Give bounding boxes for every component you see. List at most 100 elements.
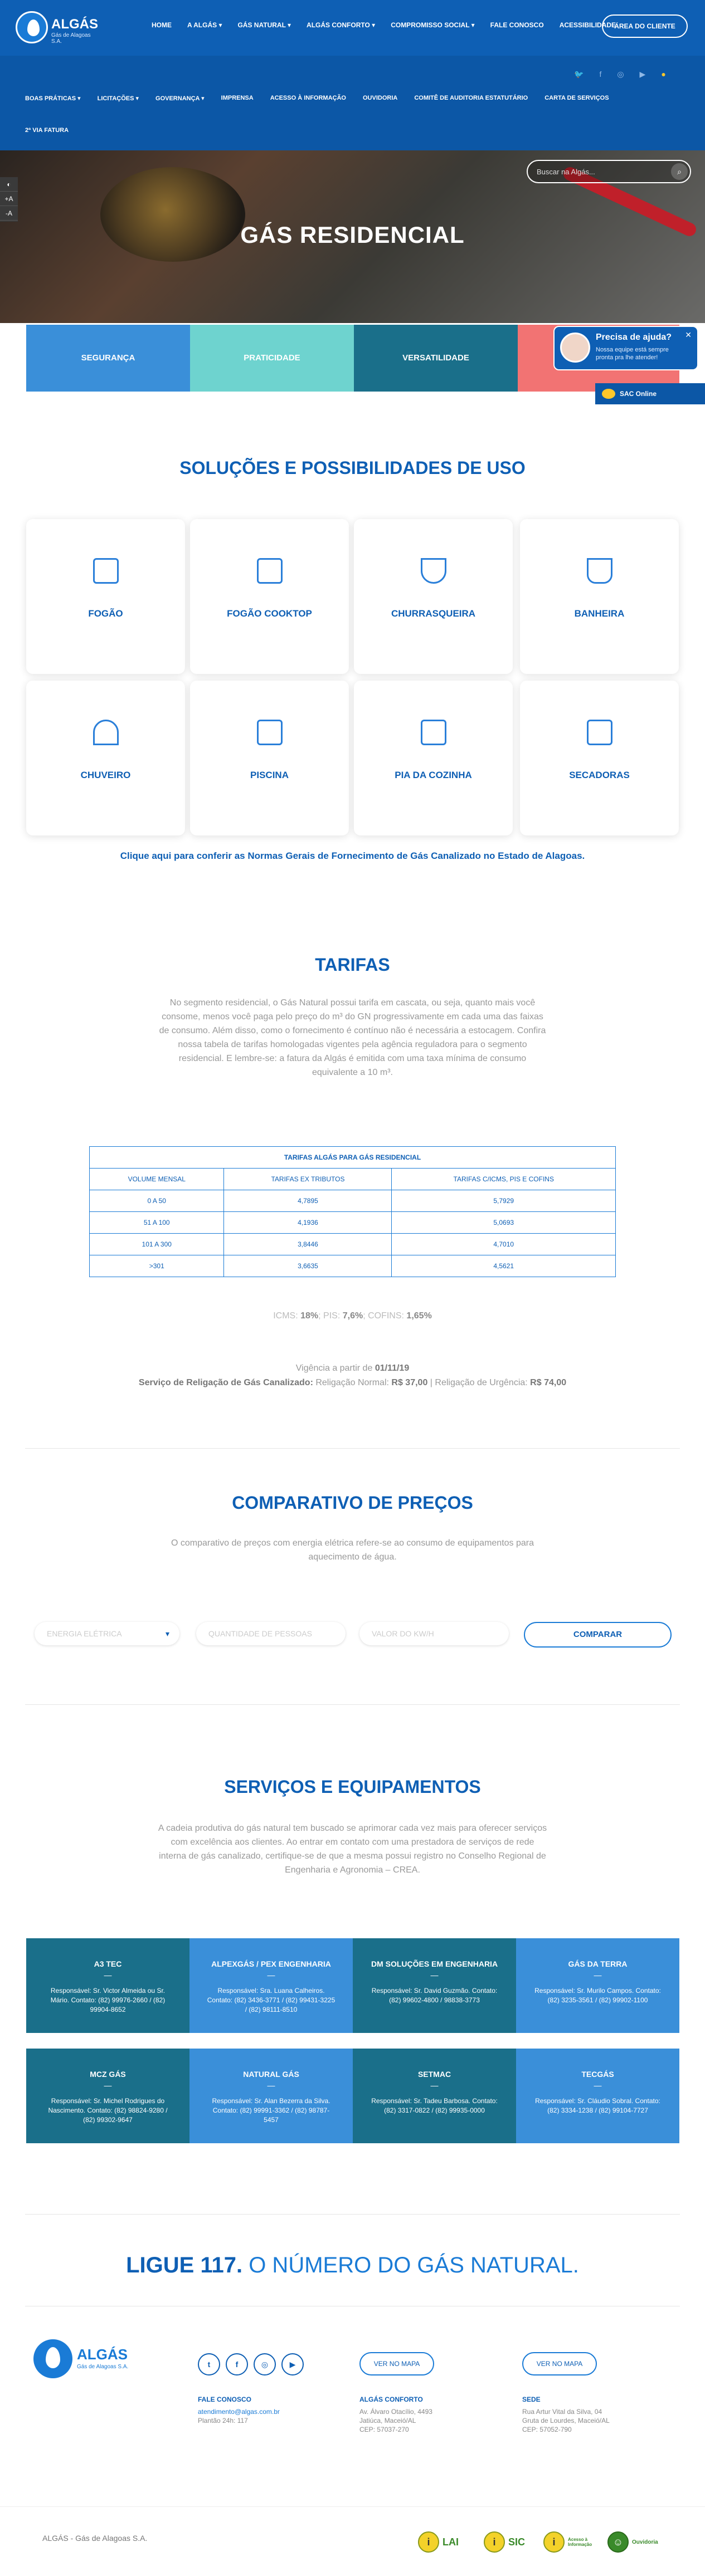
footer-algas-conforto: ALGÁS CONFORTO Av. Álvaro Otacílio, 4493… [359, 2395, 432, 2434]
tarifas-table: TARIFAS ALGÁS PARA GÁS RESIDENCIAL VOLUM… [89, 1146, 616, 1277]
tax-info: ICMS: 18%; PIS: 7,6%; COFINS: 1,65% [0, 1311, 705, 1321]
close-icon[interactable]: ✕ [685, 330, 692, 340]
chat-widget[interactable]: Precisa de ajuda? Nossa equipe está semp… [553, 326, 698, 370]
map-button-sede[interactable]: VER NO MAPA [522, 2352, 597, 2375]
footer-cep: CEP: 57037-270 [359, 2426, 409, 2433]
provider-dash: — [104, 1971, 112, 1979]
sac-online-button[interactable]: SAC Online [595, 383, 705, 404]
subnav-segunda-via[interactable]: 2ª VIA FATURA [25, 127, 69, 134]
main-nav: HOME A ALGÁS ▾ GÁS NATURAL ▾ ALGÁS CONFO… [144, 21, 624, 29]
tax-label: ; PIS: [318, 1311, 341, 1321]
subnav-imprensa[interactable]: IMPRENSA [221, 95, 254, 102]
table-cell: 4,7010 [391, 1233, 616, 1255]
twitter-icon[interactable]: 🐦 [574, 70, 584, 79]
youtube-icon[interactable]: ▶ [281, 2353, 304, 2375]
ligue-117-banner: LIGUE 117. O NÚMERO DO GÁS NATURAL. [0, 2253, 705, 2278]
secondary-nav: BOAS PRÁTICAS ▾ LICITAÇÕES ▾ GOVERNANÇA … [25, 95, 626, 102]
acesso-informacao-badge[interactable]: i Acesso à Informação [543, 2528, 596, 2556]
table-header: TARIFAS C/ICMS, PIS E COFINS [391, 1168, 616, 1190]
lai-badge[interactable]: i LAI [418, 2528, 459, 2556]
tarifas-text: No segmento residencial, o Gás Natural p… [159, 998, 546, 1077]
provider-dash: — [594, 1971, 602, 1979]
font-increase-icon[interactable]: +A [0, 192, 18, 206]
nav-gas-natural[interactable]: GÁS NATURAL ▾ [230, 21, 299, 29]
table-row: 0 A 50 4,7895 5,7929 [89, 1190, 616, 1212]
search-box[interactable]: Buscar na Algás... ⌕ [527, 160, 691, 183]
tax-label: ICMS: [273, 1311, 298, 1321]
facebook-icon[interactable]: f [226, 2353, 248, 2375]
search-icon[interactable]: ⌕ [671, 163, 688, 180]
tax-value: 1,65% [406, 1311, 432, 1321]
subnav-acesso-informacao[interactable]: ACESSO À INFORMAÇÃO [270, 95, 346, 102]
twitter-icon[interactable]: t [198, 2353, 220, 2375]
subnav-licitacoes[interactable]: LICITAÇÕES ▾ [98, 95, 139, 102]
map-button-conforto[interactable]: VER NO MAPA [359, 2352, 434, 2375]
comparativo-text: O comparativo de preços com energia elét… [171, 1538, 534, 1562]
usage-card-piscina[interactable]: PISCINA [190, 681, 349, 835]
nav-home[interactable]: HOME [144, 21, 179, 29]
info-icon: i [543, 2531, 565, 2553]
normas-link[interactable]: Clique aqui para conferir as Normas Gera… [0, 850, 705, 862]
usage-label: FOGÃO COOKTOP [227, 608, 312, 619]
provider-info: Responsável: Sr. Michel Rodrigues do Nas… [48, 2097, 168, 2124]
nav-fale-conosco[interactable]: FALE CONOSCO [483, 21, 552, 29]
provider-dash: — [594, 2081, 602, 2090]
font-decrease-icon[interactable]: -A [0, 206, 18, 221]
footer-email[interactable]: atendimento@algas.com.br [198, 2407, 280, 2416]
table-cell: 4,7895 [223, 1190, 392, 1212]
search-input[interactable]: Buscar na Algás... [537, 168, 595, 176]
compare-button[interactable]: COMPARAR [524, 1622, 672, 1648]
instagram-icon[interactable]: ◎ [617, 70, 624, 79]
people-qty-input[interactable]: QUANTIDADE DE PESSOAS [196, 1622, 346, 1645]
vigencia-label: Vigência a partir de [295, 1363, 373, 1373]
youtube-icon[interactable]: ▶ [640, 70, 646, 79]
provider-card: A3 TEC — Responsável: Sr. Victor Almeida o… [26, 1938, 189, 2033]
usage-label: SECADORAS [569, 770, 630, 780]
usage-card-chuveiro[interactable]: CHUVEIRO [26, 681, 185, 835]
subnav-ouvidoria[interactable]: OUVIDORIA [363, 95, 397, 102]
chat-bubble-icon: ☺ [607, 2531, 629, 2553]
info-icon[interactable]: ● [661, 70, 665, 79]
energy-select[interactable]: ENERGIA ELÉTRICA ▾ [35, 1622, 179, 1645]
usage-label: BANHEIRA [574, 608, 625, 619]
subnav-carta-servicos[interactable]: CARTA DE SERVIÇOS [544, 95, 609, 102]
feature-praticidade[interactable]: PRATICIDADE [190, 325, 354, 392]
subnav-comite-auditoria[interactable]: COMITÊ DE AUDITORIA ESTATUTÁRIO [414, 95, 528, 102]
usage-card-cooktop[interactable]: FOGÃO COOKTOP [190, 519, 349, 674]
usage-card-secadoras[interactable]: SECADORAS [520, 681, 679, 835]
servicos-title: SERVIÇOS E EQUIPAMENTOS [224, 1777, 481, 1797]
usage-card-banheira[interactable]: BANHEIRA [520, 519, 679, 674]
usage-card-churrasqueira[interactable]: CHURRASQUEIRA [354, 519, 513, 674]
subnav-governanca[interactable]: GOVERNANÇA ▾ [155, 95, 205, 102]
footer-logo[interactable]: ALGÁS Gás de Alagoas S.A. [33, 2339, 134, 2384]
provider-info: Responsável: Sr. Murilo Campos. Contato:… [534, 1987, 661, 2004]
client-area-button[interactable]: ÁREA DO CLIENTE [602, 14, 688, 38]
footer-bottom-bar: ALGÁS - Gás de Alagoas S.A. i LAI i SIC iA… [0, 2506, 705, 2576]
usage-card-fogao[interactable]: FOGÃO [26, 519, 185, 674]
badge-label: SIC [508, 2536, 526, 2548]
footer-logo-circle [33, 2339, 72, 2378]
religacao-info: Serviço de Religação de Gás Canalizado: … [0, 1378, 705, 1388]
grill-icon [421, 558, 446, 584]
sic-badge[interactable]: i SIC [484, 2528, 525, 2556]
facebook-icon[interactable]: f [599, 70, 601, 79]
nav-a-algas[interactable]: A ALGÁS ▾ [179, 21, 230, 29]
nav-algas-conforto[interactable]: ALGÁS CONFORTO ▾ [299, 21, 383, 29]
flame-drop-icon [27, 19, 40, 36]
algas-logo[interactable]: ALGÁS Gás de Alagoas S.A. [16, 11, 99, 46]
vigencia-date: 01/11/19 [375, 1363, 410, 1373]
instagram-icon[interactable]: ◎ [254, 2353, 276, 2375]
servicos-text: A cadeia produtiva do gás natural tem bu… [158, 1824, 547, 1875]
ouvidoria-badge[interactable]: ☺ Ouvidoria [607, 2528, 658, 2556]
feature-seguranca[interactable]: SEGURANÇA [26, 325, 190, 392]
table-cell: 5,7929 [391, 1190, 616, 1212]
subnav-boas-praticas[interactable]: BOAS PRÁTICAS ▾ [25, 95, 81, 102]
usage-card-pia[interactable]: PIA DA COZINHA [354, 681, 513, 835]
feature-versatilidade[interactable]: VERSATILIDADE [354, 325, 518, 392]
table-row: >301 3,6635 4,5621 [89, 1255, 616, 1277]
provider-dash: — [430, 1971, 439, 1979]
kwh-value-input[interactable]: VALOR DO KW/H [359, 1622, 509, 1645]
nav-compromisso-social[interactable]: COMPROMISSO SOCIAL ▾ [383, 21, 482, 29]
contrast-icon[interactable]: ◐ [0, 177, 18, 192]
tarifas-title: TARIFAS [315, 955, 390, 975]
